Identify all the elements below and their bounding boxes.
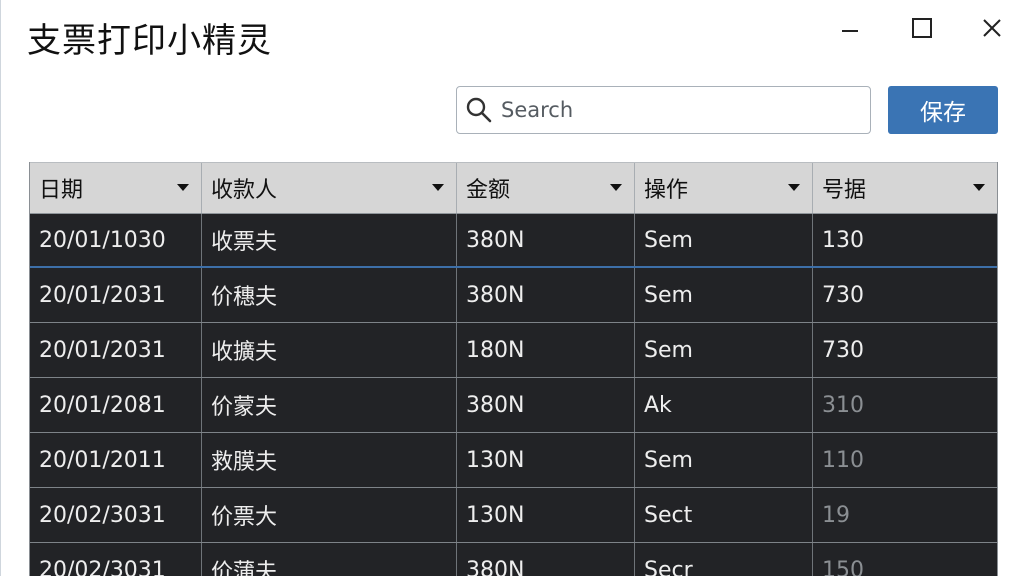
table-row[interactable]: 20/01/2031 收擴夫 180N Sem 730	[30, 323, 997, 378]
cell-action: Ak	[635, 378, 813, 432]
cell-action: Secr	[635, 543, 813, 576]
chevron-down-icon[interactable]	[610, 184, 622, 192]
column-header-label: 日期	[39, 178, 84, 203]
table-row[interactable]: 20/01/2081 价蒙夫 380N Ak 310	[30, 378, 997, 433]
table-row[interactable]: 20/02/3031 价票大 130N Sect 19	[30, 488, 997, 543]
column-header-action[interactable]: 操作	[635, 163, 813, 213]
cell-amount: 380N	[457, 268, 635, 322]
cell-date: 20/01/2081	[30, 378, 202, 432]
cell-number: 150	[822, 557, 864, 576]
cell-date: 20/01/2031	[30, 268, 202, 322]
cell-date: 20/02/3031	[30, 543, 202, 576]
cell-action: Sem	[635, 323, 813, 377]
cell-amount: 380N	[457, 378, 635, 432]
minimize-button[interactable]	[827, 10, 873, 46]
cell-action: Sem	[635, 268, 813, 322]
maximize-button[interactable]	[899, 10, 945, 46]
cell-number: 730	[822, 282, 864, 308]
cell-date: 20/01/2011	[30, 433, 202, 487]
search-input[interactable]	[501, 90, 851, 130]
cell-payee: 收擴夫	[202, 323, 457, 377]
column-header-label: 收款人	[211, 178, 278, 203]
cell-date: 20/01/1030	[30, 214, 202, 266]
chevron-down-icon[interactable]	[177, 184, 189, 192]
table-body: 20/01/1030 收票夫 380N Sem 130 20/01/2031 价穗夫 380N…	[30, 214, 997, 576]
column-header-label: 操作	[644, 178, 689, 203]
column-header-payee[interactable]: 收款人	[202, 163, 457, 213]
cell-amount: 380N	[457, 543, 635, 576]
cell-action: Sect	[635, 488, 813, 542]
cell-date: 20/02/3031	[30, 488, 202, 542]
cell-payee: 救膜夫	[202, 433, 457, 487]
cell-number: 310	[822, 392, 864, 418]
cell-amount: 380N	[457, 214, 635, 266]
column-header-amount[interactable]: 金额	[457, 163, 635, 213]
cell-amount: 130N	[457, 433, 635, 487]
cell-payee: 价穗夫	[202, 268, 457, 322]
app-window: 支票打印小精灵 保存 日期	[0, 0, 1024, 576]
table-row[interactable]: 20/01/1030 收票夫 380N Sem 130	[30, 214, 997, 268]
search-field[interactable]	[456, 86, 871, 134]
cell-action: Sem	[635, 433, 813, 487]
cell-payee: 价蒙夫	[202, 378, 457, 432]
minimize-icon	[842, 30, 858, 32]
search-icon	[457, 87, 501, 133]
cell-payee: 价票大	[202, 488, 457, 542]
chevron-down-icon[interactable]	[973, 184, 985, 192]
save-button[interactable]: 保存	[888, 86, 998, 134]
cell-number: 130	[822, 227, 864, 253]
cell-payee: 收票夫	[202, 214, 457, 266]
table-row[interactable]: 20/02/3031 价蒲夫 380N Secr 150	[30, 543, 997, 576]
column-header-label: 金额	[466, 178, 511, 203]
cell-payee: 价蒲夫	[202, 543, 457, 576]
column-header-label: 号据	[822, 178, 867, 203]
close-button[interactable]	[969, 10, 1015, 46]
chevron-down-icon[interactable]	[788, 184, 800, 192]
cell-number: 19	[822, 502, 850, 528]
cell-number: 110	[822, 447, 864, 473]
table-header: 日期 收款人 金额 操作 号据	[30, 162, 997, 214]
cell-action: Sem	[635, 214, 813, 266]
cell-date: 20/01/2031	[30, 323, 202, 377]
cell-amount: 180N	[457, 323, 635, 377]
cell-number: 730	[822, 337, 864, 363]
checks-table: 日期 收款人 金额 操作 号据 20/01/1030 收票夫 380N Sem 130 2…	[29, 162, 998, 576]
close-icon	[983, 19, 1001, 37]
column-header-number[interactable]: 号据	[813, 163, 997, 213]
column-header-date[interactable]: 日期	[30, 163, 202, 213]
maximize-icon	[912, 18, 932, 38]
chevron-down-icon[interactable]	[432, 184, 444, 192]
table-row[interactable]: 20/01/2031 价穗夫 380N Sem 730	[30, 268, 997, 323]
cell-amount: 130N	[457, 488, 635, 542]
window-title: 支票打印小精灵	[27, 21, 272, 61]
table-row[interactable]: 20/01/2011 救膜夫 130N Sem 110	[30, 433, 997, 488]
